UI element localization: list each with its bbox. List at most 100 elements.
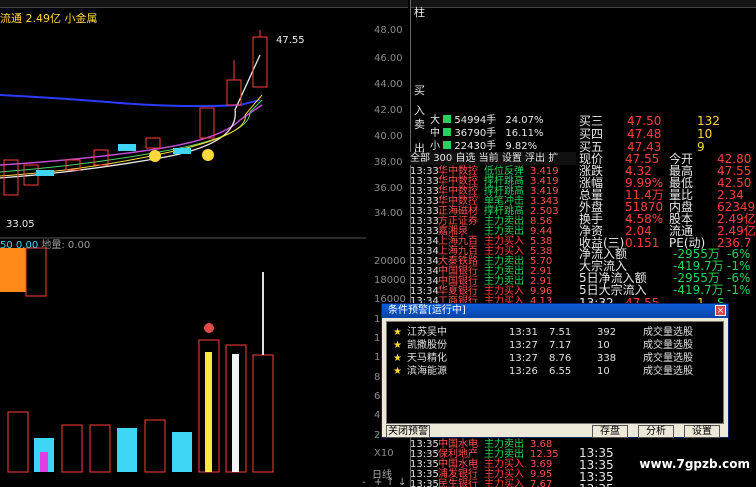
zoom-in-button[interactable]: + (374, 477, 382, 487)
flow-tag: 中 (430, 128, 440, 139)
alert-row[interactable]: ★ 凯撒股份 13:27 7.17 10 成交量选股 (391, 339, 721, 352)
alert-price: 7.17 (549, 340, 572, 351)
star-icon: ★ (393, 366, 402, 377)
flow-pct: 24.07% (505, 115, 544, 126)
candle (36, 170, 54, 176)
axis-tick: X10 (374, 448, 394, 459)
flow-bar (443, 128, 452, 136)
flow-vol: 36790手 (454, 128, 497, 139)
alert-row[interactable]: ★ 江苏吴中 13:31 7.51 392 成交量选股 (391, 326, 721, 339)
axis-tick: 38.00 (374, 157, 403, 168)
close-icon[interactable]: × (715, 305, 726, 316)
flow-summary: 净流入额 -2955万 -6% 大宗流入 -419.7万 -1% 5日净流入额 -2… (577, 247, 756, 297)
flow-pct: 16.11% (505, 128, 544, 139)
side-label: 买 (414, 84, 425, 97)
candle (145, 137, 161, 149)
dialog-title-bar[interactable]: 条件预警[运行中] × (382, 304, 728, 318)
volume-bar (61, 424, 83, 473)
alert-vol: 392 (597, 327, 617, 338)
news-list-bottom[interactable]: 13:35 中国水电 主力卖出 3.68 13:35 保利地产 主力卖出 12.35 13:35… (410, 438, 576, 487)
chart-area[interactable]: 流通 2.49亿 小金属 47.55 33.05 50 0.00 地量: 0.0… (0, 0, 408, 487)
alert-vol: 10 (597, 340, 610, 351)
up-arrow-button[interactable]: ↑ (386, 477, 394, 487)
flow-bar (443, 141, 452, 149)
alert-price: 7.51 (549, 327, 572, 338)
alert-time: 13:31 (509, 327, 538, 338)
flow-vol: 22430手 (454, 141, 497, 152)
alert-reason: 成交量选股 (643, 353, 693, 364)
volume-bars (0, 247, 274, 473)
flow-tag: 大 (430, 115, 440, 126)
ma-line-purple (0, 104, 263, 166)
alert-time: 13:27 (509, 340, 538, 351)
flow-tag: 小 (430, 141, 440, 152)
volume-header: 50 0.00 地量: 0.00 (0, 236, 90, 251)
volume-bar (172, 432, 192, 472)
news-name: 民生银行 (438, 479, 478, 487)
axis-tick: 36.00 (374, 183, 403, 194)
side-label: 卖 (414, 118, 425, 131)
axis-tick: 18000 (374, 275, 406, 286)
flow-row-large: 大 54994手 24.07% (430, 114, 544, 127)
axis-tick: 34.00 (374, 208, 403, 219)
star-icon: ★ (393, 340, 402, 351)
axis-tick: 44.00 (374, 79, 403, 90)
ma-line-white (0, 54, 261, 179)
volume-bar-outline (25, 247, 47, 297)
volume-bar (7, 411, 29, 473)
news-event: 主力买入 (484, 479, 524, 487)
axis-tick: 48.00 (374, 25, 403, 36)
price-axis: 48.00 46.00 44.00 42.00 40.00 38.00 36.0… (366, 0, 410, 240)
alert-price: 8.76 (549, 353, 572, 364)
zoom-out-button[interactable]: - (362, 477, 366, 487)
alert-reason: 成交量选股 (643, 327, 693, 338)
alert-dialog: 条件预警[运行中] × ★ 江苏吴中 13:31 7.51 392 成交量选股 ★… (381, 303, 729, 438)
high-price-tag: 47.55 (276, 35, 305, 46)
axis-tick: 42.00 (374, 105, 403, 116)
alert-reason: 成交量选股 (643, 340, 693, 351)
alert-vol: 10 (597, 366, 610, 377)
analyze-button[interactable]: 分析 (638, 425, 674, 438)
volume-bar (117, 428, 137, 472)
flow-vol: 54994手 (454, 115, 497, 126)
volume-bar-white (232, 354, 239, 472)
axis-tick: 40.00 (374, 131, 403, 142)
panel-top-bar (410, 0, 756, 8)
alert-list[interactable]: ★ 江苏吴中 13:31 7.51 392 成交量选股 ★ 凯撒股份 13:27 … (386, 321, 724, 424)
candle (173, 148, 191, 154)
tick-time: 13:35 (579, 482, 614, 487)
candle (199, 107, 215, 139)
candle (252, 36, 268, 88)
alert-name: 江苏吴中 (407, 327, 447, 338)
star-icon: ★ (393, 353, 402, 364)
smiley-icon (149, 150, 161, 162)
dialog-title: 条件预警[运行中] (388, 305, 466, 316)
order-book: 买三 47.50 132 买四 47.48 10 买五 47.43 9 (577, 114, 756, 154)
flow-bar (443, 115, 452, 123)
smiley-icon (202, 149, 214, 161)
save-button[interactable]: 存盘 (592, 425, 628, 438)
down-arrow-button[interactable]: ↓ (398, 477, 406, 487)
alert-row[interactable]: ★ 天马精化 13:27 8.76 338 成交量选股 (391, 352, 721, 365)
vol-val-b: 0.00 (15, 240, 39, 251)
flow-row-mid: 中 36790手 16.11% (430, 127, 544, 140)
side-label: 柱 (414, 6, 425, 19)
vol-min-label: 地量: 0.00 (41, 240, 91, 251)
alert-name: 滨海能源 (407, 366, 447, 377)
volume-bar-yellow (205, 352, 212, 472)
close-alert-button[interactable]: 关闭预警 (386, 425, 430, 438)
alert-name: 凯撒股份 (407, 340, 447, 351)
vol-val-a: 50 (0, 240, 13, 251)
news-val: 7.67 (530, 479, 553, 487)
alert-time: 13:27 (509, 353, 538, 364)
news-time: 13:35 (410, 479, 439, 487)
volume-dot-icon (204, 323, 214, 333)
star-icon: ★ (393, 327, 402, 338)
alert-reason: 成交量选股 (643, 366, 693, 377)
alert-price: 6.55 (549, 366, 572, 377)
settings-button[interactable]: 设置 (684, 425, 720, 438)
volume-bar-orange (0, 248, 26, 292)
volume-bar (40, 452, 48, 472)
alert-vol: 338 (597, 353, 617, 364)
alert-row[interactable]: ★ 滨海能源 13:26 6.55 10 成交量选股 (391, 365, 721, 378)
